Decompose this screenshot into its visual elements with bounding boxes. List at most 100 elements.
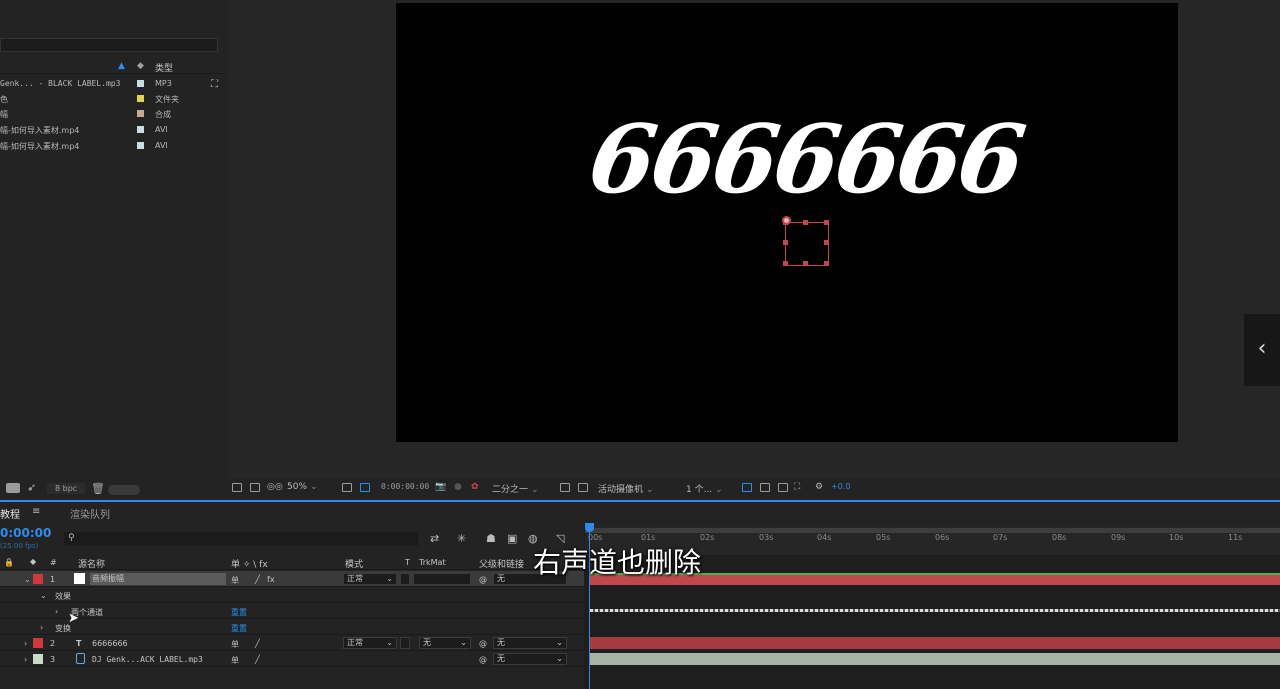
shy-switch-icon[interactable]: 单 <box>231 639 239 650</box>
composition-canvas[interactable]: 6666666 <box>396 3 1178 442</box>
label-color-swatch[interactable] <box>137 95 144 102</box>
exposure-value[interactable]: +0.0 <box>831 482 850 491</box>
label-tag-icon[interactable]: ◆ <box>30 557 36 566</box>
frame-blending-icon[interactable]: ▣ <box>507 532 517 545</box>
region-of-interest-icon[interactable] <box>560 483 570 492</box>
label-tag-icon[interactable]: ◆ <box>137 61 144 71</box>
layer-search-input[interactable]: ⚲ <box>64 532 418 546</box>
pickwhip-icon[interactable]: @ <box>479 575 487 584</box>
label-color-swatch[interactable] <box>137 126 144 133</box>
source-name-header[interactable]: 源名称 <box>78 557 105 570</box>
collapse-arrow-icon[interactable]: ⌄ <box>24 575 31 584</box>
color-channels-icon[interactable]: ✿ <box>471 482 479 492</box>
safe-margins-icon[interactable] <box>342 483 352 492</box>
layer-label-color[interactable] <box>33 638 43 648</box>
lock-icon[interactable]: 🔒 <box>4 558 14 567</box>
thumbnail-slider[interactable] <box>108 485 140 495</box>
reset-link[interactable]: 重置 <box>231 607 247 618</box>
tab-composition[interactable]: 教程 <box>0 506 20 521</box>
layer-3-duration-bar[interactable] <box>590 653 1280 665</box>
project-item[interactable]: 幅-如何导入素材.mp4 AVI <box>0 122 226 137</box>
timeline-icon[interactable] <box>778 483 788 492</box>
zoom-dropdown[interactable]: 50% ⌄ <box>287 482 318 492</box>
comp-text-layer[interactable]: 6666666 <box>406 105 1203 215</box>
flowchart-icon[interactable]: ⛶ <box>211 79 218 90</box>
label-color-swatch[interactable] <box>137 110 144 117</box>
playhead-handle[interactable] <box>585 523 594 532</box>
effects-group-row[interactable]: ⌄ 效果 <box>0 587 584 603</box>
reset-link[interactable]: 重置 <box>231 623 247 634</box>
collapse-arrow-icon[interactable]: ⌄ <box>40 591 47 600</box>
mode-dropdown[interactable]: 正常 ⌄ <box>343 573 397 585</box>
pickwhip-icon[interactable]: @ <box>479 639 487 648</box>
vr-goggles-icon[interactable]: ◎◎ <box>267 482 283 492</box>
layer-label-color[interactable] <box>33 574 43 584</box>
selection-handle[interactable] <box>824 261 829 266</box>
new-folder-icon[interactable]: ➶ <box>27 481 36 494</box>
expand-arrow-icon[interactable]: › <box>40 623 43 632</box>
type-column-header[interactable]: 类型 <box>155 61 173 74</box>
label-color-swatch[interactable] <box>137 142 144 149</box>
current-time-display[interactable]: 0:00:00:00 <box>381 482 429 491</box>
label-color-swatch[interactable] <box>137 80 144 87</box>
camera-snapshot-icon[interactable]: 📷 <box>435 482 446 492</box>
transform-group-row[interactable]: › 变换 重置 <box>0 619 584 635</box>
layer-name[interactable]: DJ Genk...ACK LABEL.mp3 <box>92 655 203 664</box>
shy-switch-icon[interactable]: 单 <box>231 575 239 586</box>
selection-handle[interactable] <box>803 261 808 266</box>
reset-exposure-icon[interactable]: ⚙ <box>815 482 823 492</box>
trash-icon[interactable]: 🗑 <box>91 482 105 495</box>
anchor-point-icon[interactable] <box>782 216 791 225</box>
sort-ascending-icon[interactable]: ▲ <box>118 61 125 71</box>
selection-handle[interactable] <box>824 240 829 245</box>
quality-switch-icon[interactable]: ╱ <box>255 575 260 584</box>
tab-render-queue[interactable]: 渲染队列 <box>70 506 110 521</box>
transparency-grid-icon[interactable] <box>578 483 588 492</box>
selection-bounding-box[interactable] <box>782 216 829 266</box>
pickwhip-icon[interactable]: @ <box>479 655 487 664</box>
preserve-transparency-toggle[interactable] <box>400 573 410 585</box>
layer-row[interactable]: ⌄ 1 音频振幅 单 ╱ fx 正常 ⌄ @ 无 <box>0 571 584 587</box>
effect-keyframe-track[interactable] <box>590 609 1280 612</box>
current-time-indicator[interactable]: 0:00:00 <box>0 526 51 540</box>
fx-switch-icon[interactable]: fx <box>267 575 275 584</box>
draft-3d-icon[interactable]: ✳ <box>457 532 466 545</box>
project-item[interactable]: 幅 合成 <box>0 106 226 121</box>
toggle-pixel-aspect-icon[interactable] <box>742 483 752 492</box>
project-search-input[interactable] <box>0 38 218 52</box>
layer-row[interactable]: › 3 DJ Genk...ACK LABEL.mp3 单 ╱ @ 无 ⌄ <box>0 651 584 667</box>
mask-visibility-icon[interactable] <box>360 483 370 492</box>
selection-handle[interactable] <box>803 220 808 225</box>
quality-switch-icon[interactable]: ╱ <box>255 655 260 664</box>
quality-switch-icon[interactable]: ╱ <box>255 639 260 648</box>
trkmat-dropdown[interactable] <box>413 573 471 585</box>
effect-row[interactable]: › 两个通道 重置 <box>0 603 584 619</box>
trkmat-dropdown[interactable]: 无 ⌄ <box>419 637 471 649</box>
monitor-icon[interactable] <box>250 483 260 492</box>
expand-arrow-icon[interactable]: › <box>24 639 27 648</box>
preserve-transparency-toggle[interactable] <box>400 637 410 649</box>
fast-previews-icon[interactable] <box>760 483 770 492</box>
layer-name-field[interactable]: 音频振幅 <box>90 573 226 585</box>
panel-menu-icon[interactable]: ≡ <box>32 506 40 517</box>
layer-2-duration-bar[interactable] <box>590 637 1280 649</box>
shy-switch-icon[interactable]: 单 <box>231 655 239 666</box>
camera-dropdown[interactable]: 活动摄像机 ⌄ <box>598 482 654 495</box>
bpc-button[interactable]: 8 bpc <box>47 483 86 494</box>
selection-handle[interactable] <box>824 220 829 225</box>
expand-arrow-icon[interactable]: › <box>24 655 27 664</box>
flowchart-icon[interactable]: ⛶ <box>794 482 800 492</box>
selection-handle[interactable] <box>783 261 788 266</box>
views-dropdown[interactable]: 1 个... ⌄ <box>686 482 723 495</box>
project-item[interactable]: Genk... - BLACK LABEL.mp3 MP3 ⛶ <box>0 76 226 91</box>
comp-mini-flowchart-icon[interactable]: ⇄ <box>430 532 439 545</box>
selection-handle[interactable] <box>783 240 788 245</box>
layer-name[interactable]: 6666666 <box>92 639 128 648</box>
mode-dropdown[interactable]: 正常 ⌄ <box>343 637 397 649</box>
shy-layers-icon[interactable]: ☗ <box>486 532 496 545</box>
interpret-footage-icon[interactable] <box>6 483 20 493</box>
resolution-dropdown[interactable]: 二分之一 ⌄ <box>492 482 539 495</box>
expand-arrow-icon[interactable]: › <box>55 607 58 616</box>
parent-dropdown[interactable]: 无 ⌄ <box>493 653 567 665</box>
always-preview-icon[interactable] <box>232 483 242 492</box>
